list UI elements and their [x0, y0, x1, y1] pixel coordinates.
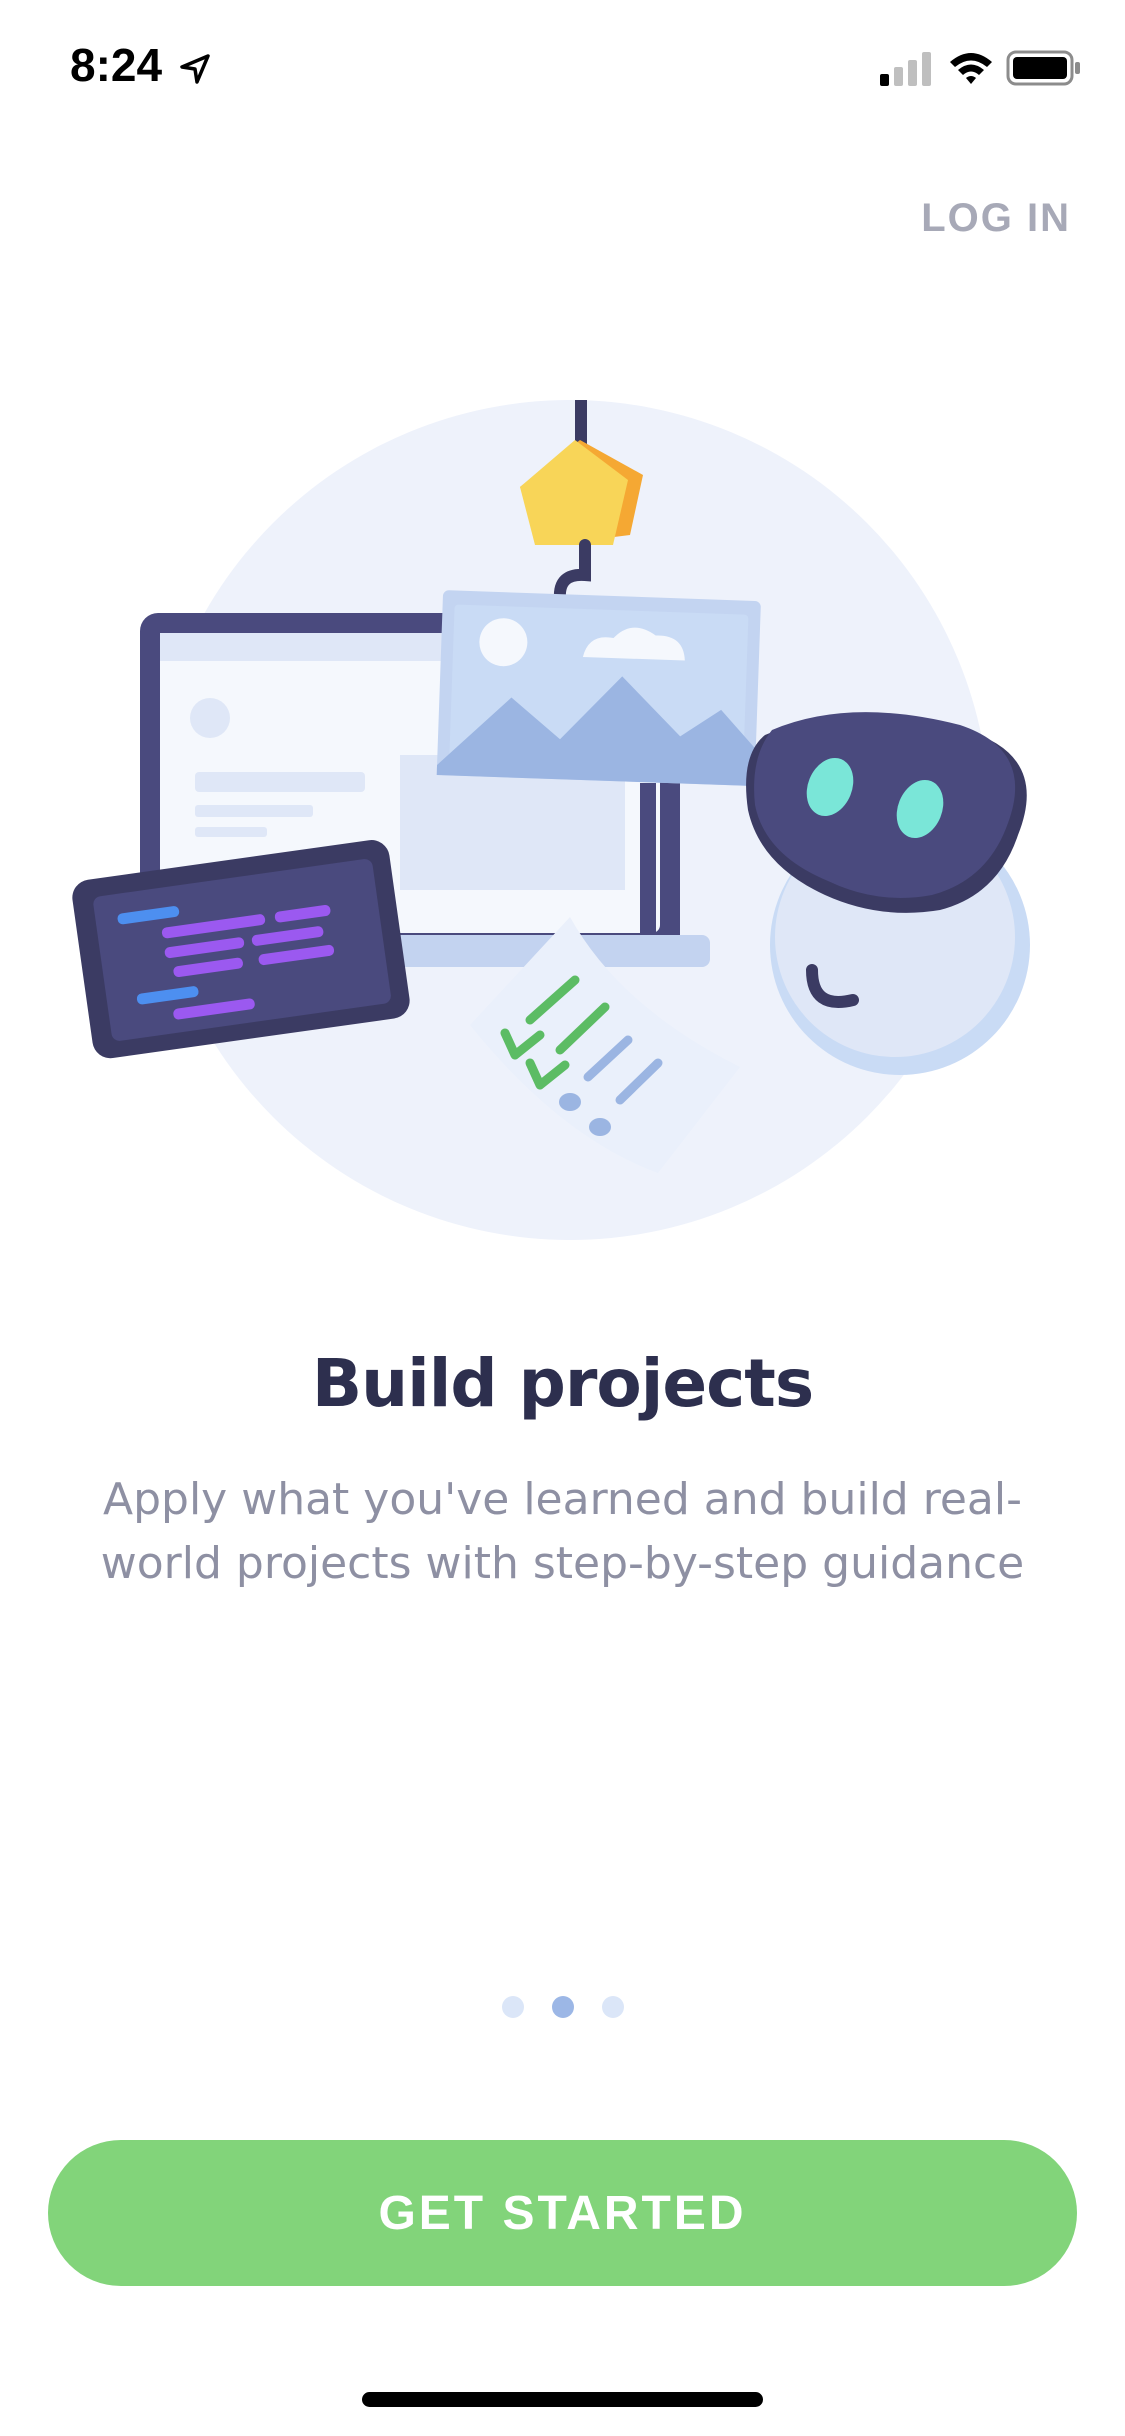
pagination-dot-1[interactable]	[502, 1996, 524, 2018]
build-projects-illustration	[72, 400, 1030, 1240]
pagination-dot-2[interactable]	[552, 1996, 574, 2018]
status-bar: 8:24	[0, 0, 1125, 140]
location-arrow-icon	[180, 54, 210, 84]
login-button[interactable]: LOG IN	[921, 196, 1071, 241]
cellular-signal-icon	[880, 52, 931, 86]
page-subtitle: Apply what you've learned and build real…	[100, 1474, 1025, 1589]
pagination-dot-3[interactable]	[602, 1996, 624, 2018]
page-title: Build projects	[311, 1345, 814, 1422]
wifi-icon	[950, 53, 992, 84]
home-indicator	[362, 2392, 763, 2407]
battery-icon	[1006, 50, 1080, 86]
get-started-button[interactable]: GET STARTED	[48, 2140, 1077, 2286]
pagination-dots	[502, 1996, 624, 2020]
status-time: 8:24	[70, 39, 163, 91]
photo-frame-graphic	[436, 590, 761, 787]
